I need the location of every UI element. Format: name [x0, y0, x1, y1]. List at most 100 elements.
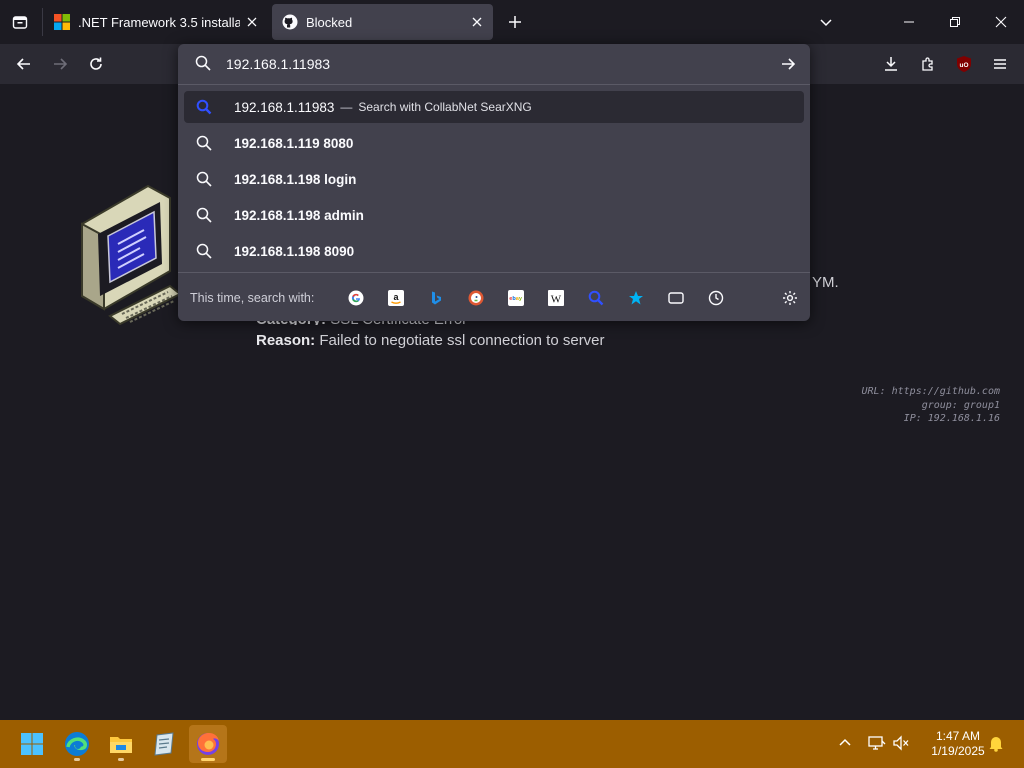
suggestion-query: 192.168.1.119 8080: [234, 135, 354, 151]
start-icon: [21, 733, 43, 755]
trailing-text: YM.: [812, 274, 839, 291]
github-icon: [282, 14, 298, 30]
search-bookmarks-button[interactable]: [627, 289, 645, 307]
urlbar-input-row: [178, 44, 810, 84]
reload-button[interactable]: [82, 50, 110, 78]
one-off-label: This time, search with:: [190, 291, 315, 305]
suggestion-separator: —: [340, 100, 353, 114]
windows-logo-icon: [54, 14, 70, 30]
running-indicator: [118, 758, 124, 761]
svg-text:ebay: ebay: [509, 296, 523, 302]
show-hidden-icons-button[interactable]: [836, 734, 854, 752]
one-off-search-bar: This time, search with: a ebay W: [178, 272, 810, 322]
list-all-tabs-button[interactable]: [814, 10, 838, 34]
gear-icon: [783, 291, 797, 305]
download-icon: [885, 57, 897, 71]
chevron-up-icon: [839, 738, 851, 746]
search-tabs-button[interactable]: [667, 289, 685, 307]
puzzle-icon: [922, 57, 933, 71]
notifications-button[interactable]: [987, 734, 1005, 752]
running-indicator: [201, 758, 215, 761]
hamburger-menu-icon: [994, 59, 1006, 69]
suggestion-query: 192.168.1.11983: [234, 99, 335, 115]
volume-muted-icon: [893, 735, 909, 751]
reason-line: Reason: Failed to negotiate ssl connecti…: [256, 332, 605, 349]
taskbar-notepad[interactable]: [145, 725, 183, 763]
minimize-button[interactable]: [886, 0, 932, 44]
tab-strip: .NET Framework 3.5 installation Blocked: [0, 0, 1024, 44]
suggestion-query: 192.168.1.198 admin: [234, 207, 364, 223]
restore-icon: [950, 17, 960, 27]
network-icon: [868, 736, 886, 750]
engine-wikipedia[interactable]: W: [547, 289, 565, 307]
search-icon: [195, 55, 211, 71]
searxng-icon: [196, 99, 212, 115]
suggestion-query: 192.168.1.198 8090: [234, 243, 355, 259]
suggestion-row[interactable]: 192.168.1.198 8090: [184, 235, 804, 267]
running-indicator: [74, 758, 80, 761]
file-explorer-icon: [110, 737, 132, 753]
close-icon: [472, 17, 482, 27]
retro-computer-illustration: [81, 184, 180, 326]
engine-google[interactable]: [347, 289, 365, 307]
meta-group: group: group1: [921, 400, 1000, 411]
forward-button[interactable]: [46, 50, 74, 78]
window-close-button[interactable]: [978, 0, 1024, 44]
start-button[interactable]: [13, 725, 51, 763]
taskbar-firefox[interactable]: [189, 725, 227, 763]
search-icon: [196, 135, 212, 151]
edge-icon: [65, 732, 89, 756]
network-button[interactable]: [868, 734, 886, 752]
system-clock[interactable]: 1:47 AM 1/19/2025: [920, 729, 996, 759]
search-settings-button[interactable]: [781, 289, 799, 307]
duckduckgo-icon: [468, 290, 484, 306]
chevron-down-icon: [820, 19, 832, 27]
meta-ip: IP: 192.168.1.16: [903, 413, 1000, 424]
tab-close-button[interactable]: [240, 10, 264, 34]
history-icon: [708, 290, 724, 306]
suggestion-row[interactable]: 192.168.1.119 8080: [184, 127, 804, 159]
arrow-right-icon: [782, 58, 796, 70]
minimize-icon: [904, 21, 914, 23]
search-icon: [196, 171, 212, 187]
volume-button[interactable]: [892, 734, 910, 752]
engine-bing[interactable]: [427, 289, 445, 307]
engine-searxng[interactable]: [587, 289, 605, 307]
urlbar-input[interactable]: [226, 53, 746, 75]
clock-time: 1:47 AM: [935, 729, 981, 743]
tabs-icon: [668, 292, 684, 304]
go-button[interactable]: [776, 52, 800, 76]
search-icon: [196, 243, 212, 259]
suggestion-row-selected[interactable]: 192.168.1.11983 — Search with CollabNet …: [184, 91, 804, 123]
suggestion-row[interactable]: 192.168.1.198 login: [184, 163, 804, 195]
taskbar-edge[interactable]: [58, 725, 96, 763]
tab-close-button[interactable]: [465, 10, 489, 34]
clock-date: 1/19/2025: [931, 744, 985, 758]
suggestion-query: 192.168.1.198 login: [234, 171, 357, 187]
tab-blocked[interactable]: Blocked: [272, 4, 493, 40]
restore-button[interactable]: [932, 0, 978, 44]
svg-text:uO: uO: [959, 62, 968, 69]
downloads-button[interactable]: [877, 50, 905, 78]
reload-icon: [90, 57, 102, 70]
tab-separator: [42, 8, 43, 36]
new-tab-button[interactable]: [503, 10, 527, 34]
back-button[interactable]: [10, 50, 38, 78]
ublock-origin-button[interactable]: uO: [950, 50, 978, 78]
search-history-button[interactable]: [707, 289, 725, 307]
taskbar-file-explorer[interactable]: [102, 725, 140, 763]
tab-title: .NET Framework 3.5 installation: [78, 14, 240, 30]
notepad-icon: [154, 732, 174, 756]
engine-amazon[interactable]: a: [387, 289, 405, 307]
tab-dotnet[interactable]: .NET Framework 3.5 installation: [44, 4, 268, 40]
engine-duckduckgo[interactable]: [467, 289, 485, 307]
firefox-view-button[interactable]: [8, 10, 32, 34]
suggestion-row[interactable]: 192.168.1.198 admin: [184, 199, 804, 231]
bing-icon: [432, 291, 441, 305]
app-menu-button[interactable]: [986, 50, 1014, 78]
urlbar-divider: [178, 84, 810, 85]
urlbar-popup: 192.168.1.11983 — Search with CollabNet …: [178, 44, 810, 321]
engine-ebay[interactable]: ebay: [507, 289, 525, 307]
extensions-button[interactable]: [914, 50, 942, 78]
plus-icon: [509, 16, 521, 28]
